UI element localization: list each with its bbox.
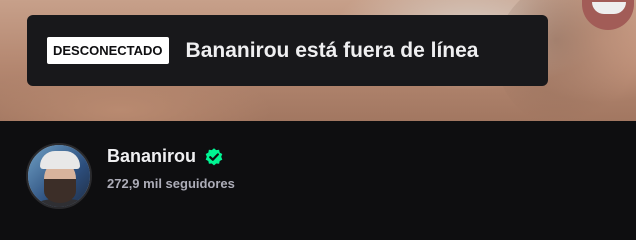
channel-name[interactable]: Bananirou <box>107 146 196 167</box>
offline-banner: DESCONECTADO Bananirou está fuera de lín… <box>0 0 636 121</box>
follower-count: 272,9 mil seguidores <box>107 176 235 191</box>
offline-message: Bananirou está fuera de línea <box>185 38 479 62</box>
offline-card[interactable]: DESCONECTADO Bananirou está fuera de lín… <box>27 15 548 86</box>
channel-info: Bananirou 272,9 mil seguidores <box>0 121 636 240</box>
channel-name-row: Bananirou <box>107 146 224 167</box>
avatar-beard <box>44 179 76 203</box>
verified-check-icon <box>205 147 223 165</box>
channel-avatar[interactable] <box>26 143 92 209</box>
avatar-cap <box>40 151 80 169</box>
offline-status-badge: DESCONECTADO <box>47 37 169 64</box>
